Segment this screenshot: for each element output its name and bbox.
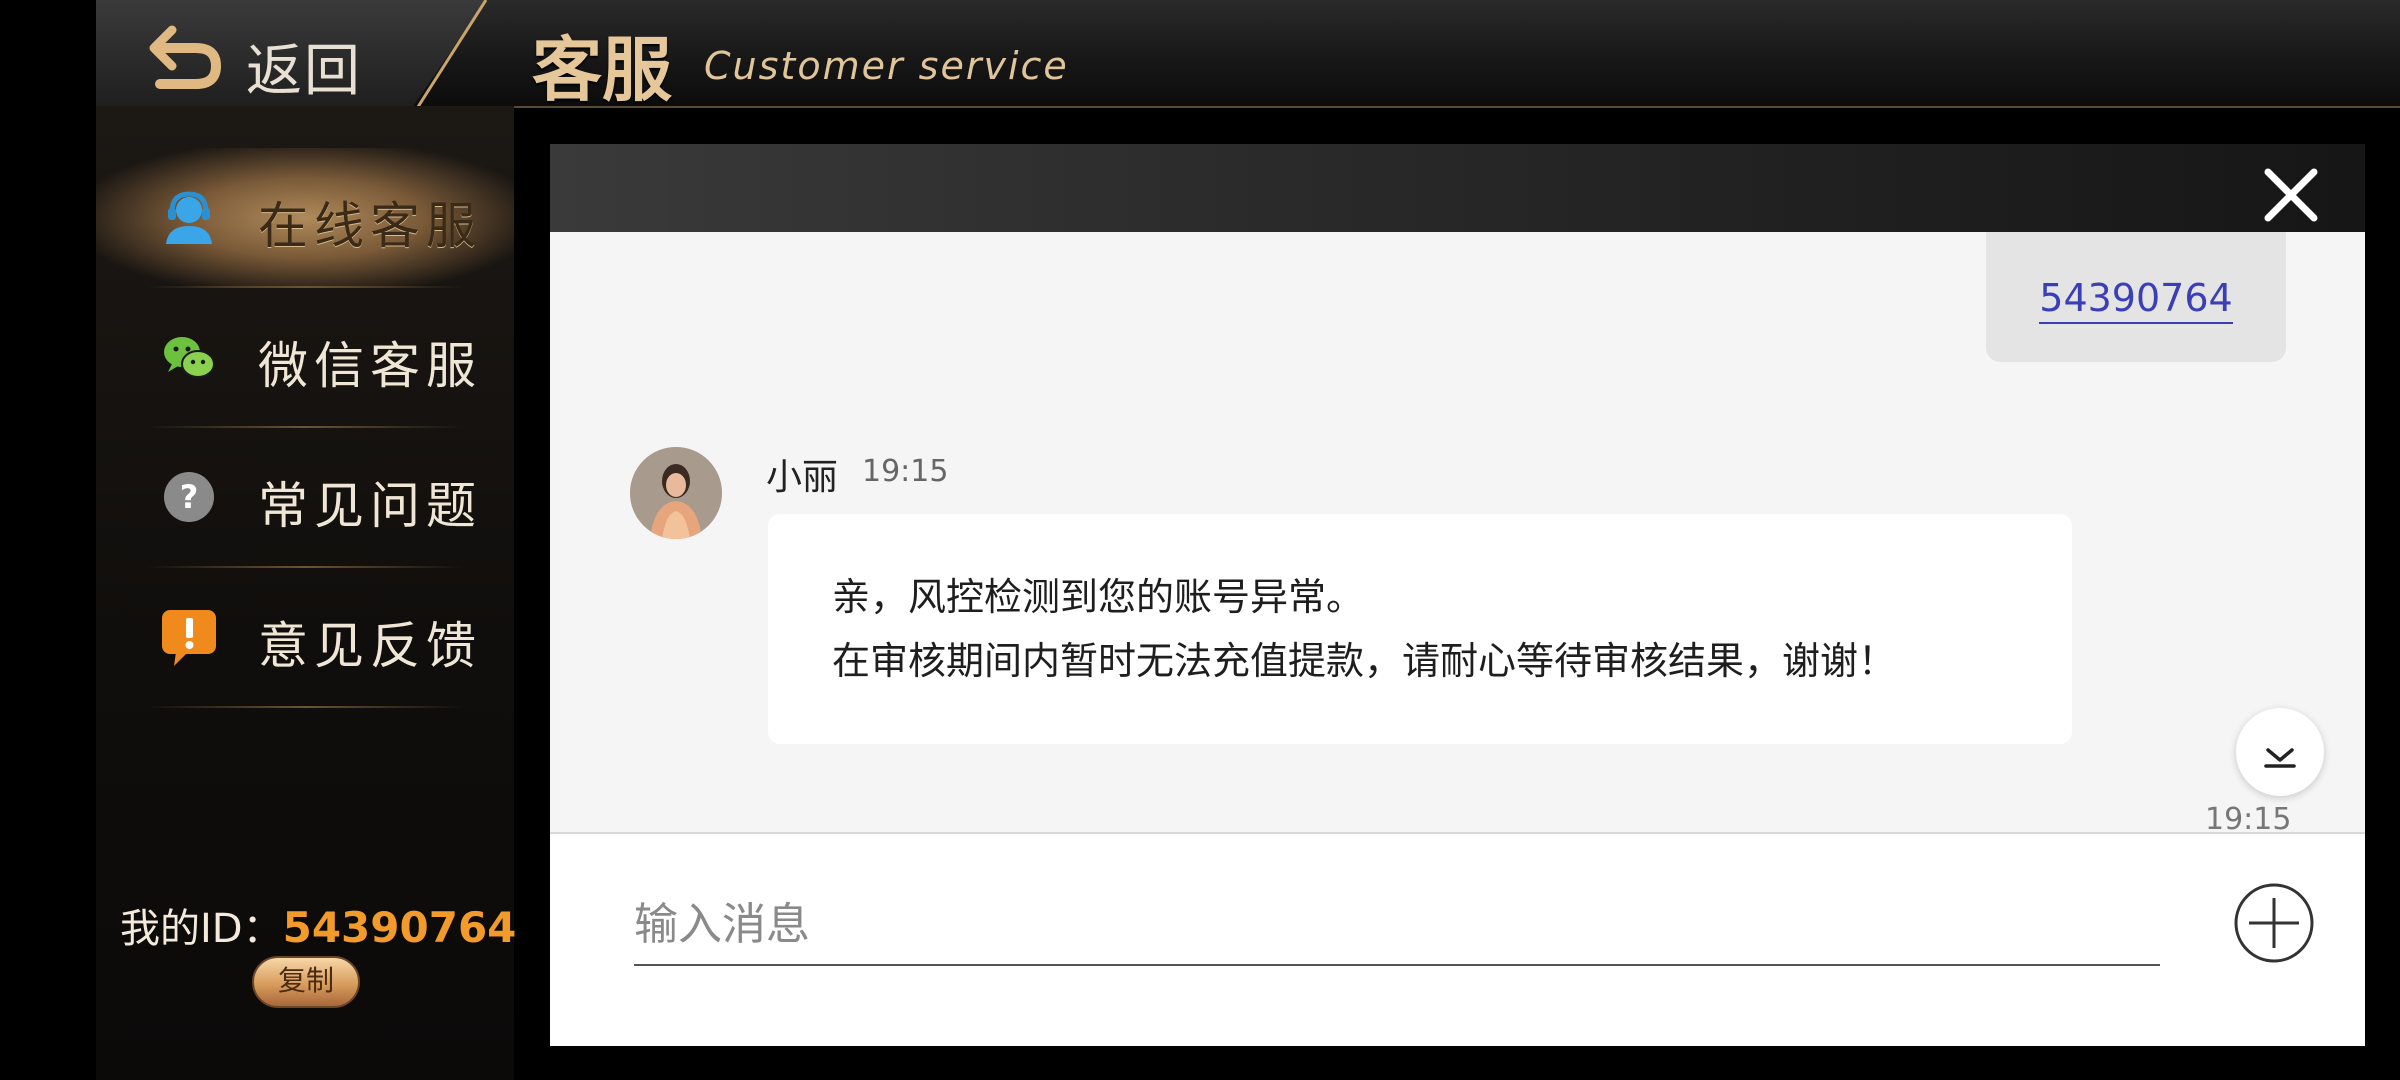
my-id-display: 我的ID：54390764 [120, 896, 520, 954]
wechat-icon [164, 337, 215, 378]
message-line: 在审核期间内暂时无法充值提款，请耐心等待审核结果，谢谢！ [832, 639, 1897, 683]
message-time: 19:15 [862, 454, 949, 489]
sidebar-item-label: 常见问题 [258, 477, 482, 535]
add-attachment-icon[interactable] [2233, 882, 2315, 964]
divider [146, 706, 464, 708]
copy-id-button[interactable]: 复制 [252, 956, 360, 1008]
sidebar-item-faq[interactable]: ? 常见问题 [96, 428, 514, 568]
page-subtitle: Customer service [704, 44, 1069, 88]
chat-messages: 54390764 小丽 19:15 亲，风控检测到您的账号异常。 在审核期间内暂… [550, 232, 2365, 832]
chat-header [550, 144, 2365, 232]
sidebar-item-online-service[interactable]: 在线客服 [96, 148, 514, 288]
chat-input-bar [550, 832, 2365, 1046]
sidebar: 在线客服 微信客服 ? 常见问题 意见反馈 我的ID：54390764 复制 [96, 106, 516, 1080]
chevron-down-icon [2264, 748, 2296, 768]
message-input[interactable] [634, 884, 2160, 966]
avatar [630, 447, 722, 539]
agent-message-bubble: 亲，风控检测到您的账号异常。 在审核期间内暂时无法充值提款，请耐心等待审核结果，… [768, 514, 2072, 744]
sidebar-item-label: 意见反馈 [258, 617, 482, 675]
message-line: 亲，风控检测到您的账号异常。 [832, 575, 1365, 619]
my-id-value: 54390764 [282, 903, 517, 952]
back-arrow-icon [149, 25, 222, 89]
headset-agent-icon [166, 191, 212, 244]
feedback-exclamation-icon [162, 610, 216, 666]
back-label: 返回 [246, 39, 362, 104]
page-title: 客服 [532, 28, 672, 111]
scroll-to-bottom-button[interactable] [2236, 708, 2324, 796]
my-id-label: 我的ID： [120, 906, 283, 952]
question-icon: ? [164, 472, 214, 522]
sidebar-item-label: 微信客服 [258, 337, 482, 395]
sidebar-item-label: 在线客服 [258, 197, 482, 255]
sidebar-item-wechat-service[interactable]: 微信客服 [96, 288, 514, 428]
own-message-bubble: 54390764 [1986, 232, 2286, 362]
svg-text:?: ? [180, 478, 199, 516]
close-icon[interactable] [2258, 162, 2324, 228]
agent-name: 小丽 [766, 457, 839, 498]
sidebar-item-feedback[interactable]: 意见反馈 [96, 568, 514, 708]
message-time: 19:15 [2205, 802, 2292, 832]
own-message-link[interactable]: 54390764 [2039, 276, 2233, 324]
